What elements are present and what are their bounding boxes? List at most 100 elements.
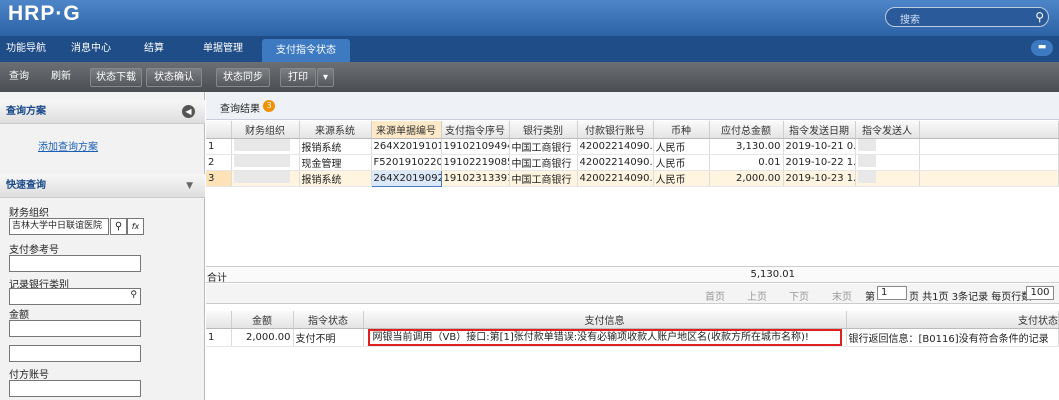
sender-cell-blurred xyxy=(855,170,920,187)
currency-cell: 人民币 xyxy=(653,170,710,187)
date-cell: 2019-10-21 0... xyxy=(783,138,856,155)
status-sync-button[interactable]: 状态同步 xyxy=(216,68,270,87)
collapse-icon[interactable]: ◀ xyxy=(182,105,195,118)
status-cell: 支付不明 xyxy=(293,328,364,347)
next-page-link[interactable]: 下页 xyxy=(789,288,809,303)
pay-status-cell: 银行返回信息：[B0116]没有符合条件的记录 xyxy=(846,328,1059,347)
query-plan-header: 查询方案 ◀ xyxy=(0,100,205,124)
row-number: 1 xyxy=(206,328,232,347)
amount-min-input[interactable] xyxy=(9,320,141,337)
source-cell: 报销系统 xyxy=(299,138,372,155)
main-nav: 功能导航 消息中心 结算 单据管理 支付指令状态 ▬ xyxy=(0,36,1059,62)
col-header[interactable]: 支付信息 xyxy=(363,311,847,329)
search-box[interactable]: 搜索 ⚲ xyxy=(885,7,1049,27)
org-cell-blurred xyxy=(231,154,300,171)
account-cell: 42002214090... xyxy=(577,170,654,187)
tab-documents[interactable]: 单据管理 xyxy=(196,36,250,62)
pay-info-highlight: 网银当前调用（VB）接口:第[1]张付款单错误:没有必输项收款人账户地区名(收款… xyxy=(367,328,842,345)
amount-cell: 0.01 xyxy=(709,154,784,171)
table-row-selected[interactable]: 3 报销系统 264X2019092... 19102313391... 中国工… xyxy=(206,169,1059,187)
status-download-button[interactable]: 状态下载 xyxy=(90,68,142,87)
results-count-badge: 3 xyxy=(263,100,275,112)
date-cell: 2019-10-22 1... xyxy=(783,154,856,171)
payer-account-label: 付方账号 xyxy=(9,370,49,381)
source-cell: 报销系统 xyxy=(299,170,372,187)
row-number: 1 xyxy=(206,138,232,155)
col-header[interactable]: 财务组织 xyxy=(231,121,300,139)
col-header[interactable]: 支付状态 xyxy=(846,311,1059,329)
totals-row: 合计 5,130.01 xyxy=(206,266,1059,284)
amount-cell: 3,130.00 xyxy=(709,138,784,155)
amount-cell: 2,000.00 xyxy=(231,328,294,347)
bank-cell: 中国工商银行 xyxy=(509,138,578,155)
sender-cell-blurred xyxy=(855,138,920,155)
account-cell: 42002214090... xyxy=(577,138,654,155)
col-header[interactable]: 指令发送人 xyxy=(855,121,920,139)
doc-cell: F5201910220... xyxy=(371,154,442,171)
search-icon[interactable]: ⚲ xyxy=(130,290,137,300)
search-input[interactable]: 搜索 xyxy=(900,11,920,26)
totals-amount: 5,130.01 xyxy=(750,269,795,280)
account-cell: 42002214090... xyxy=(577,154,654,171)
amount-label: 金额 xyxy=(9,310,29,321)
prev-page-link[interactable]: 上页 xyxy=(747,288,767,303)
search-icon[interactable]: ⚲ xyxy=(1035,10,1044,24)
print-button[interactable]: 打印 xyxy=(280,68,316,87)
table-row[interactable]: 1 报销系统 264X2019101... 19102109494... 中国工… xyxy=(206,138,1059,155)
pay-ref-input[interactable] xyxy=(9,255,141,272)
doc-cell: 264X2019101... xyxy=(371,138,442,155)
window-icon[interactable]: ▬ xyxy=(1031,40,1053,56)
sender-cell-blurred xyxy=(855,154,920,171)
tab-settlement[interactable]: 结算 xyxy=(136,36,172,62)
formula-icon[interactable]: fx xyxy=(127,218,144,235)
col-header[interactable]: 指令发送日期 xyxy=(783,121,856,139)
col-header[interactable]: 金额 xyxy=(231,311,294,329)
org-label: 财务组织 xyxy=(9,208,49,219)
sidebar: 查询方案 ◀ 添加查询方案 快速查询 ▼ 财务组织 吉林大学中日联谊医院 ⚲ f… xyxy=(0,92,205,400)
col-header[interactable]: 支付指令序号 xyxy=(441,121,510,139)
col-header[interactable]: 来源单据编号 xyxy=(371,121,442,139)
first-page-link[interactable]: 首页 xyxy=(705,288,725,303)
page-number-input[interactable]: 1 xyxy=(877,286,907,300)
col-header[interactable]: 币种 xyxy=(653,121,710,139)
search-icon[interactable]: ⚲ xyxy=(110,218,127,235)
col-header[interactable]: 银行类别 xyxy=(509,121,578,139)
print-dropdown-icon[interactable]: ▾ xyxy=(317,68,334,87)
add-query-plan-link[interactable]: 添加查询方案 xyxy=(38,138,98,153)
quick-query-header: 快速查询 ▼ xyxy=(0,174,205,198)
main-panel: 查询结果 3 财务组织 来源系统 来源单据编号 支付指令序号 银行类别 付款银行… xyxy=(206,92,1059,400)
status-confirm-button[interactable]: 状态确认 xyxy=(146,68,202,87)
pay-ref-label: 支付参考号 xyxy=(9,245,59,256)
col-header[interactable]: 应付总金额 xyxy=(709,121,784,139)
row-number: 2 xyxy=(206,154,232,171)
tab-messages[interactable]: 消息中心 xyxy=(66,36,116,62)
chevron-down-icon[interactable]: ▼ xyxy=(186,174,193,198)
query-button[interactable]: 查询 xyxy=(4,68,34,87)
pay-info-cell: 网银当前调用（VB）接口:第[1]张付款单错误:没有必输项收款人账户地区名(收款… xyxy=(363,328,847,347)
tab-payment-status[interactable]: 支付指令状态 xyxy=(262,39,350,62)
page-size-input[interactable]: 100 xyxy=(1026,286,1054,300)
last-page-link[interactable]: 末页 xyxy=(832,288,852,303)
results-title: 查询结果 xyxy=(220,104,260,115)
detail-row[interactable]: 1 2,000.00 支付不明 网银当前调用（VB）接口:第[1]张付款单错误:… xyxy=(206,328,1059,347)
app-header: HRP·G 搜索 ⚲ xyxy=(0,0,1059,36)
table-header-row: 财务组织 来源系统 来源单据编号 支付指令序号 银行类别 付款银行账号 币种 应… xyxy=(206,121,1059,139)
toolbar: 查询 刷新 状态下载 状态确认 状态同步 打印 ▾ xyxy=(0,62,1059,92)
detail-table: 金额 指令状态 支付信息 支付状态 1 2,000.00 支付不明 网银当前调用… xyxy=(206,311,1059,347)
amount-cell: 2,000.00 xyxy=(709,170,784,187)
date-cell: 2019-10-23 1... xyxy=(783,170,856,187)
bank-type-select[interactable]: ⚲ xyxy=(9,288,141,305)
results-table: 财务组织 来源系统 来源单据编号 支付指令序号 银行类别 付款银行账号 币种 应… xyxy=(206,121,1059,187)
amount-max-input[interactable] xyxy=(9,345,141,362)
currency-cell: 人民币 xyxy=(653,154,710,171)
payer-account-input[interactable] xyxy=(9,380,141,397)
col-header[interactable]: 来源系统 xyxy=(299,121,372,139)
tab-function-nav[interactable]: 功能导航 xyxy=(4,36,48,62)
doc-cell[interactable]: 264X2019092... xyxy=(370,169,442,187)
col-header[interactable]: 指令状态 xyxy=(293,311,364,329)
refresh-button[interactable]: 刷新 xyxy=(46,68,76,87)
org-input[interactable]: 吉林大学中日联谊医院 xyxy=(9,218,109,235)
bank-cell: 中国工商银行 xyxy=(509,154,578,171)
col-header[interactable]: 付款银行账号 xyxy=(577,121,654,139)
table-row[interactable]: 2 现金管理 F5201910220... 19102219085... 中国工… xyxy=(206,154,1059,171)
